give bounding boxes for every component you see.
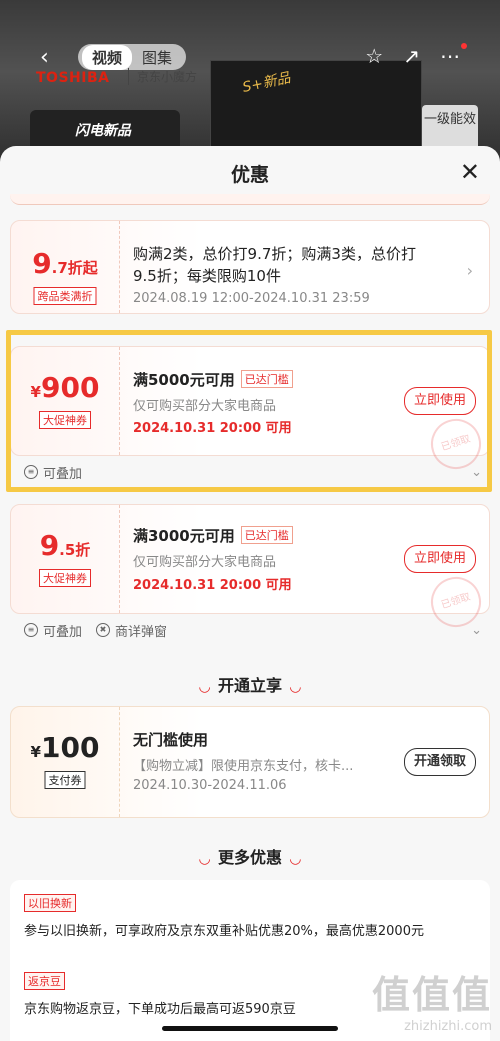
offer-text-tradein[interactable]: 参与以旧换新，可享政府及京东双重补贴优惠20%，最高优惠2000元 bbox=[24, 920, 424, 939]
stackable-label: 可叠加 bbox=[43, 624, 83, 640]
threshold-pill: 已达门槛 bbox=[240, 526, 293, 544]
tab-video[interactable]: 视频 bbox=[82, 44, 133, 70]
coupon-card-9.5[interactable]: 9.5折 大促神券 满3000元可用 已达门槛 仅可购买部分大家电商品 2024.… bbox=[10, 504, 490, 634]
coupon-tag: 跨品类满折 bbox=[33, 287, 97, 305]
popup-label: 商详弹窗 bbox=[115, 624, 168, 640]
section-title-more: ◡ 更多优惠 ◡ bbox=[199, 848, 301, 867]
share-icon[interactable]: ↗ bbox=[403, 44, 420, 68]
watermark-url: zhizhizhi.com bbox=[404, 1019, 492, 1034]
coupon-date: 2024.08.19 12:00-2024.10.31 23:59 bbox=[133, 291, 370, 306]
top-actions: ☆ ↗ ⋯ bbox=[365, 44, 460, 68]
offer-text-beans[interactable]: 京东购物返京豆，下单成功后最高可返590京豆 bbox=[24, 998, 296, 1017]
stack-icon: ≡ bbox=[24, 623, 38, 637]
coupon-desc: 仅可购买部分大家电商品 bbox=[133, 555, 277, 570]
watermark: 值值值 zhizhizhi.com bbox=[372, 964, 492, 1034]
close-icon[interactable]: ✕ bbox=[460, 158, 480, 186]
discount-sheet: 优惠 ✕ 9.7折起 跨品类满折 购满2类，总价打9.7折；购满3类，总价打 9… bbox=[0, 146, 500, 1041]
coupon-value-area: 9.7折起 跨品类满折 bbox=[11, 221, 120, 313]
coupon-date: 2024.10.31 20:00 可用 bbox=[133, 578, 292, 593]
coupon-rule-line1: 购满2类，总价打9.7折；购满3类，总价打 bbox=[133, 245, 416, 263]
favorite-icon[interactable]: ☆ bbox=[365, 44, 383, 68]
coupon-desc: 【购物立减】限使用京东支付，核卡... bbox=[133, 759, 354, 774]
back-icon[interactable]: ‹ bbox=[40, 45, 49, 70]
coupon-card-cross-category[interactable]: 9.7折起 跨品类满折 购满2类，总价打9.7折；购满3类，总价打 9.5折；每… bbox=[10, 220, 490, 314]
stackable-row[interactable]: ≡ 可叠加 ✖ 商详弹窗 ⌄ bbox=[10, 616, 490, 644]
use-now-button[interactable]: 立即使用 bbox=[403, 545, 476, 573]
open-and-claim-button[interactable]: 开通领取 bbox=[403, 748, 476, 776]
chevron-down-icon[interactable]: ⌄ bbox=[471, 623, 482, 638]
chevron-right-icon[interactable]: › bbox=[467, 261, 473, 280]
brand-partner: 京东小魔方 bbox=[128, 68, 197, 85]
offer-tag-beans: 返京豆 bbox=[24, 972, 65, 990]
coupon-date: 2024.10.30-2024.11.06 bbox=[133, 778, 287, 793]
tab-gallery[interactable]: 图集 bbox=[132, 45, 182, 70]
coupon-value: 9.7折起 bbox=[32, 247, 98, 280]
product-image bbox=[210, 60, 422, 160]
brand-logo: TOSHIBA bbox=[36, 70, 110, 86]
sheet-title: 优惠 bbox=[230, 164, 269, 186]
section-title-open: ◡ 开通立享 ◡ bbox=[199, 676, 301, 695]
coupon-title: 无门槛使用 bbox=[133, 731, 209, 749]
previous-card-edge bbox=[10, 194, 490, 205]
home-indicator bbox=[162, 1026, 338, 1031]
media-tabs: 视频 图集 bbox=[78, 44, 187, 70]
notification-dot bbox=[461, 43, 467, 49]
coupon-rule-line2: 9.5折；每类限购10件 bbox=[133, 267, 281, 285]
highlight-box bbox=[6, 330, 492, 492]
watermark-logo: 值值值 bbox=[371, 973, 492, 1017]
product-media-background: 闪电新品 一级能效 ‹ 视频 图集 TOSHIBA 京东小魔方 S+新品 ☆ ↗… bbox=[0, 0, 500, 160]
payment-coupon-card[interactable]: ¥100 支付券 无门槛使用 【购物立减】限使用京东支付，核卡... 2024.… bbox=[10, 706, 490, 818]
coupon-value: ¥100 bbox=[30, 731, 100, 764]
coupon-value-area: 9.5折 大促神券 bbox=[11, 505, 120, 613]
banner-text: 闪电新品 bbox=[75, 123, 131, 139]
coupon-tag: 大促神券 bbox=[39, 569, 91, 587]
coupon-value: 9.5折 bbox=[39, 529, 91, 562]
coupon-value-area: ¥100 支付券 bbox=[11, 707, 120, 817]
more-icon[interactable]: ⋯ bbox=[440, 44, 460, 68]
offer-tag-tradein: 以旧换新 bbox=[24, 894, 76, 912]
popup-icon: ✖ bbox=[96, 623, 111, 637]
coupon-title: 满3000元可用 已达门槛 bbox=[133, 525, 293, 546]
coupon-tag: 支付券 bbox=[44, 771, 86, 789]
